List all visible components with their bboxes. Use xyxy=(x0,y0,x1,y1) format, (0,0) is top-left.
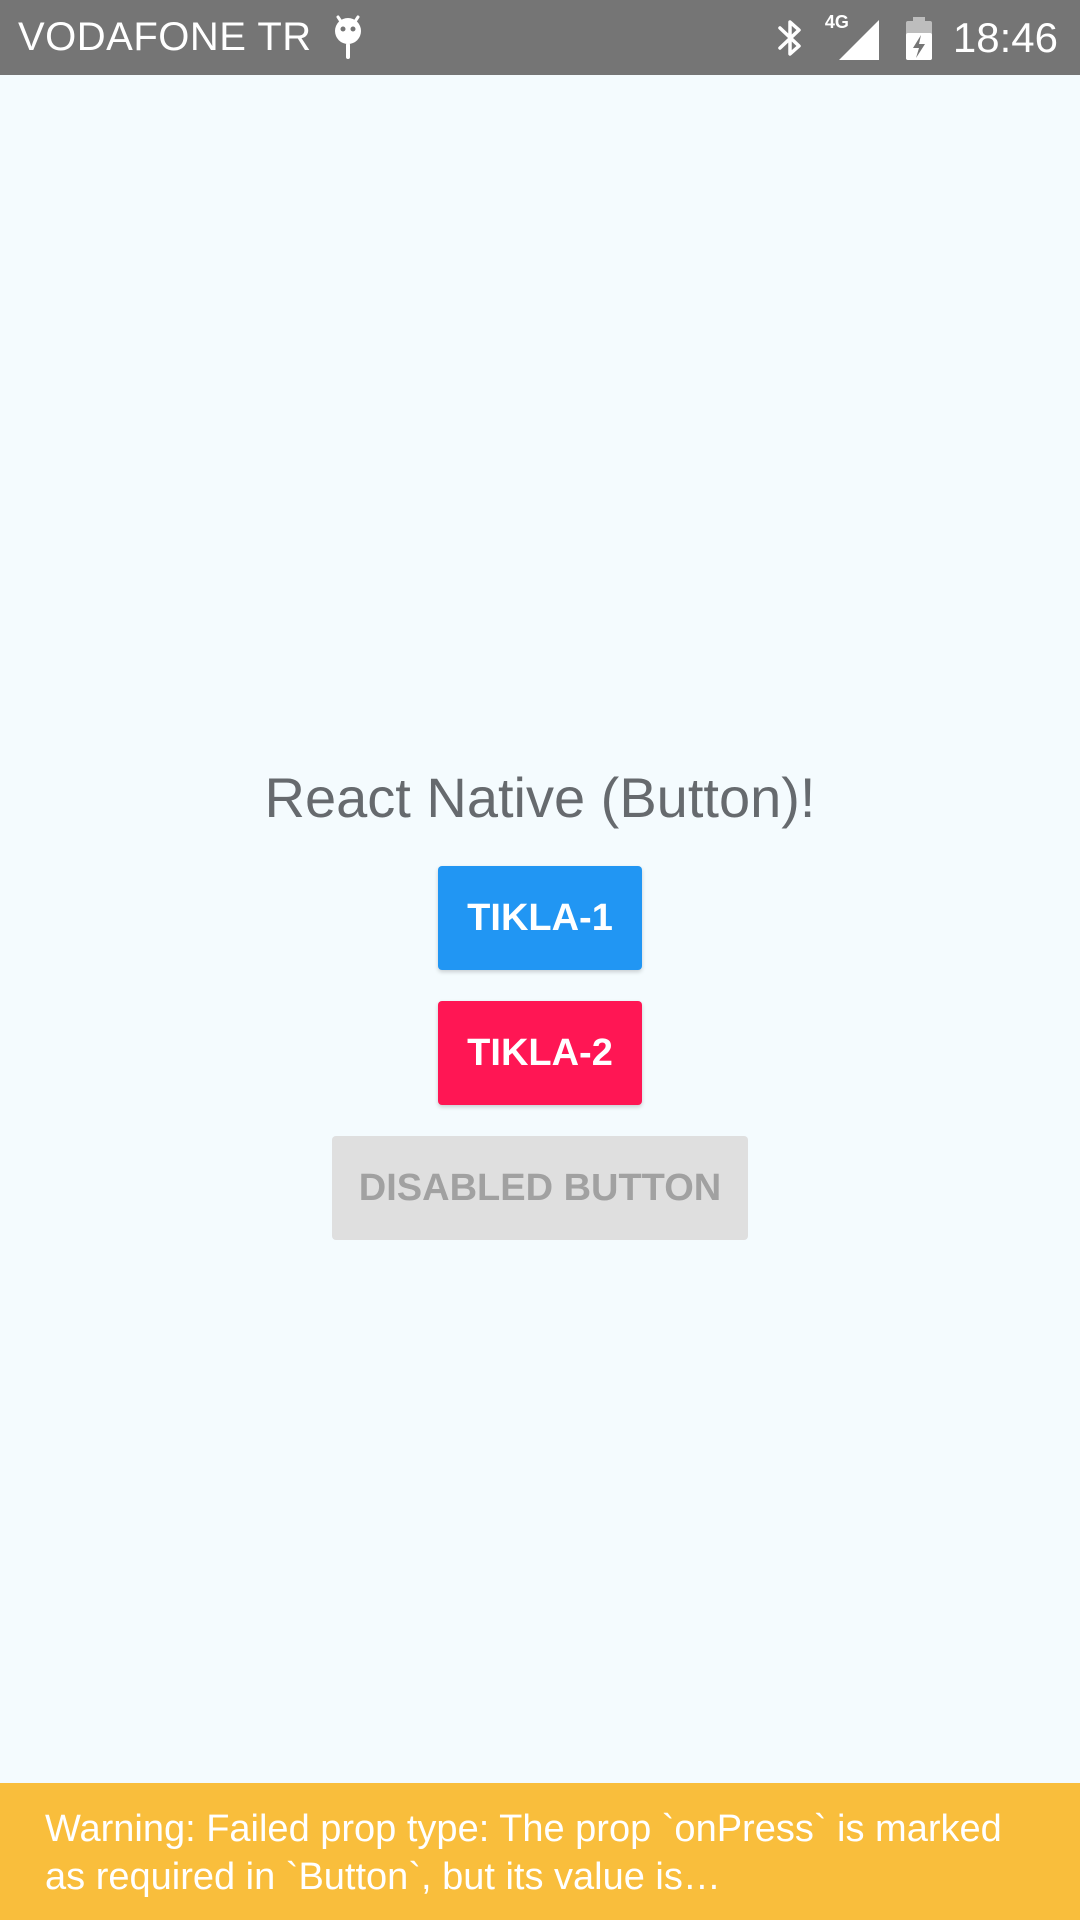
disabled-button: DISABLED BUTTON xyxy=(332,1136,748,1240)
debug-bug-icon xyxy=(332,15,364,61)
status-bar: VODAFONE TR 4G 18:46 xyxy=(0,0,1080,75)
app-screen: VODAFONE TR 4G 18:46 React Native (Butto… xyxy=(0,0,1080,1920)
page-title: React Native (Button)! xyxy=(264,766,816,829)
bluetooth-icon xyxy=(773,14,807,62)
battery-charging-icon xyxy=(903,14,935,62)
tikla-1-button[interactable]: TIKLA-1 xyxy=(438,866,642,970)
warning-text: Warning: Failed prop type: The prop `onP… xyxy=(45,1808,1002,1898)
network-type-label: 4G xyxy=(824,11,849,32)
warning-banner[interactable]: Warning: Failed prop type: The prop `onP… xyxy=(0,1783,1080,1920)
tikla-2-button[interactable]: TIKLA-2 xyxy=(438,1001,642,1105)
status-time: 18:46 xyxy=(952,13,1058,61)
status-icons: 4G 18:46 xyxy=(773,11,1058,62)
main-content: React Native (Button)! TIKLA-1 TIKLA-2 D… xyxy=(0,75,1080,1783)
carrier-name: VODAFONE TR xyxy=(18,15,312,59)
cell-signal-icon: 4G xyxy=(824,11,881,62)
